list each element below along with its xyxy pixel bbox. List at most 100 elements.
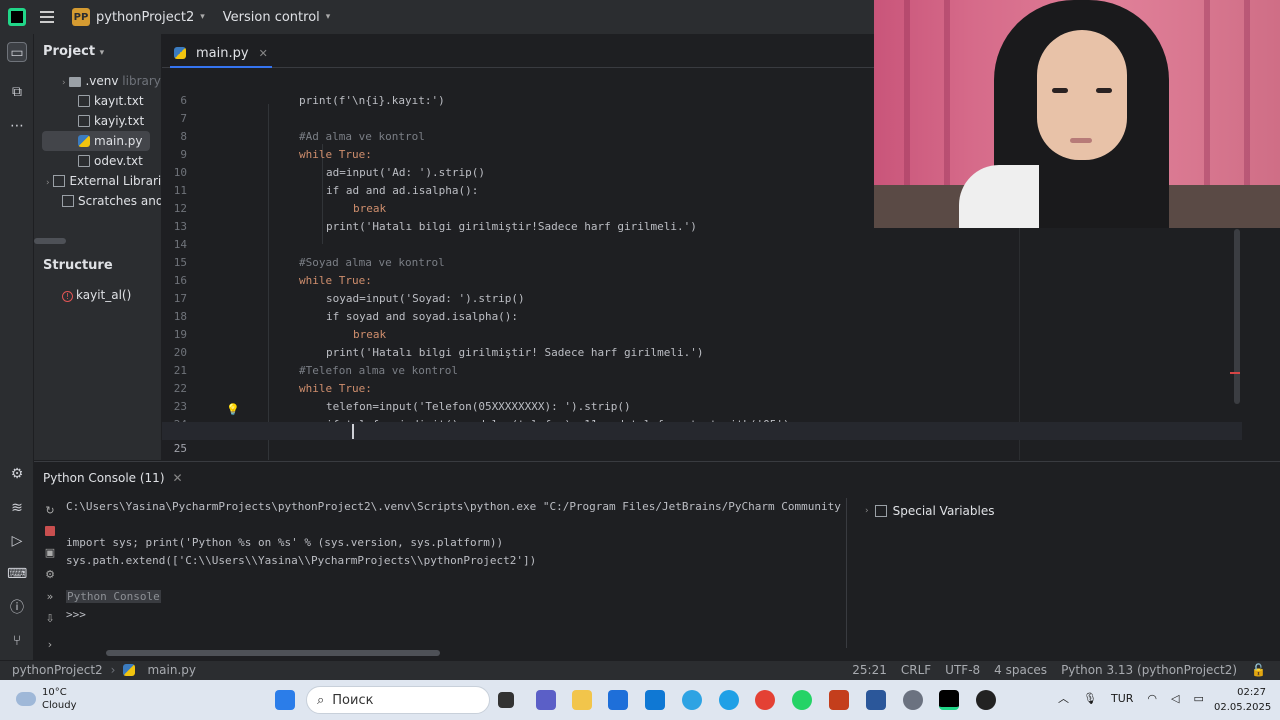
chevron-right-icon: › [865, 506, 869, 516]
taskbar-search[interactable]: ⌕ Поиск [306, 686, 490, 714]
console-toolbar: ↻ ▣ ⚙ » ⇩ › [34, 498, 66, 658]
clock-date: 02.05.2025 [1214, 702, 1272, 713]
indent-setting[interactable]: 4 spaces [994, 663, 1047, 677]
mail-icon[interactable] [645, 690, 665, 710]
line-separator[interactable]: CRLF [901, 663, 931, 677]
windows-start-icon[interactable] [275, 690, 295, 710]
special-variables-node[interactable]: › Special Variables [865, 504, 995, 518]
python-file-icon [78, 135, 90, 147]
stop-icon[interactable] [45, 526, 55, 536]
wifi-icon[interactable]: ◠ [1147, 692, 1157, 705]
main-menu-icon[interactable] [40, 11, 54, 23]
tab-label: main.py [196, 45, 249, 61]
word-icon[interactable] [866, 690, 886, 710]
file-encoding[interactable]: UTF-8 [945, 663, 980, 677]
tab-main-py[interactable]: main.py ✕ [170, 40, 272, 68]
console-line: import sys; print('Python %s on %s' % (s… [66, 536, 504, 549]
structure-item-kayit-al[interactable]: ! kayit_al() [62, 288, 131, 302]
network-icon[interactable] [682, 690, 702, 710]
clock-time: 02:27 [1237, 687, 1266, 698]
lock-icon[interactable]: 🔓 [1251, 663, 1266, 677]
python-file-icon [123, 664, 136, 676]
structure-panel-title: Structure [43, 258, 113, 273]
close-icon[interactable]: ✕ [259, 47, 268, 60]
taskbar-clock[interactable]: 02:27 02.05.2025 [1214, 685, 1272, 715]
rerun-icon[interactable]: ↻ [43, 504, 57, 518]
obs-icon[interactable] [976, 690, 996, 710]
structure-tool-icon[interactable]: ⧉ [7, 82, 27, 102]
more-tools-icon[interactable]: ⋯ [7, 116, 27, 136]
tree-item-kayiy-txt[interactable]: kayiy.txt [34, 111, 161, 131]
powerpoint-icon[interactable] [829, 690, 849, 710]
problems-icon[interactable]: ⓘ [7, 598, 27, 618]
code-line-24: 24if telefon.isdigit() and len(telefon)=… [162, 398, 1242, 431]
caret-position[interactable]: 25:21 [852, 663, 887, 677]
tree-item-external-libraries[interactable]: › External Librarie [34, 171, 161, 191]
weather-widget[interactable]: 10°C Cloudy [16, 686, 76, 712]
console-tab[interactable]: Python Console (11) [43, 471, 165, 485]
system-tray: ︿ 🎙 TUR ◠ ◁ ▭ [1058, 690, 1204, 706]
settings-gear-icon[interactable] [903, 690, 923, 710]
console-horizontal-scrollbar[interactable] [106, 650, 440, 656]
tree-item-venv[interactable]: › .venv library [34, 71, 161, 91]
console-line: sys.path.extend(['C:\\Users\\Yasina\\Pyc… [66, 554, 537, 567]
console-label: Python Console [66, 590, 161, 603]
editor-vertical-scrollbar[interactable] [1234, 229, 1240, 404]
run-icon[interactable]: ▷ [7, 531, 27, 551]
console-header: Python Console (11) ✕ [43, 471, 183, 485]
version-control-menu[interactable]: Version control ▾ [223, 10, 331, 25]
code-line-18: 18 if soyad and soyad.isalpha(): [173, 310, 519, 323]
project-panel-title[interactable]: Project ▾ [43, 44, 104, 59]
breadcrumb-file[interactable]: main.py [147, 663, 196, 677]
console-output[interactable]: C:\Users\Yasina\PycharmProjects\pythonPr… [66, 498, 846, 648]
whatsapp-icon[interactable] [792, 690, 812, 710]
breadcrumb-project[interactable]: pythonProject2 [12, 663, 103, 677]
status-bar: pythonProject2 › main.py 25:21 CRLF UTF-… [0, 660, 1280, 680]
terminal-icon[interactable]: ⌨ [7, 564, 27, 584]
git-icon[interactable]: ⑂ [7, 631, 27, 651]
language-indicator[interactable]: TUR [1111, 692, 1133, 705]
battery-icon[interactable]: ▭ [1193, 692, 1203, 705]
error-stripe-marker[interactable] [1230, 372, 1240, 374]
history-icon[interactable]: » [43, 590, 57, 604]
lightbulb-icon[interactable]: 💡 [226, 403, 240, 416]
code-line-20: 20 print('Hatalı bilgi girilmiştir! Sadec… [173, 346, 704, 359]
text-file-icon [78, 155, 90, 167]
console-prompt[interactable]: >>> [66, 606, 86, 624]
volume-icon[interactable]: ◁ [1171, 692, 1179, 705]
left-tool-strip: ▭ ⧉ ⋯ ⚙ ≋ ▷ ⌨ ⓘ ⑂ [0, 34, 34, 660]
settings-icon[interactable]: ⚙ [43, 568, 57, 582]
chevron-up-icon[interactable]: ︿ [1058, 690, 1069, 706]
chevron-right-icon[interactable]: › [43, 638, 57, 652]
project-tool-folder-icon[interactable]: ▭ [7, 42, 27, 62]
python-packages-icon[interactable]: ⚙ [7, 464, 27, 484]
interpreter-selector[interactable]: Python 3.13 (pythonProject2) [1061, 663, 1237, 677]
teams-icon[interactable] [536, 690, 556, 710]
error-icon: ! [62, 291, 73, 302]
tree-item-main-py[interactable]: main.py [42, 131, 150, 151]
show-variables-icon[interactable]: ▣ [43, 546, 57, 560]
file-explorer-icon[interactable] [572, 690, 592, 710]
layers-icon[interactable]: ≋ [7, 498, 27, 518]
tree-item-odev-txt[interactable]: odev.txt [34, 151, 161, 171]
tree-item-scratches[interactable]: Scratches and C [34, 191, 161, 211]
chrome-icon[interactable] [755, 690, 775, 710]
edge-icon[interactable] [719, 690, 739, 710]
code-line-16: 16 while True: [173, 274, 372, 287]
weather-condition: Cloudy [42, 700, 77, 711]
chevron-down-icon: ▾ [200, 12, 205, 22]
chevron-down-icon: ▾ [325, 12, 331, 22]
project-selector[interactable]: PP pythonProject2 ▾ [72, 8, 205, 26]
folder-icon [69, 77, 82, 87]
microphone-icon[interactable]: 🎙 [1083, 692, 1097, 705]
project-horizontal-scrollbar[interactable] [34, 238, 66, 244]
task-view-icon[interactable] [498, 692, 514, 708]
webcam-overlay [874, 0, 1280, 228]
pycharm-logo-icon[interactable] [8, 8, 26, 26]
store-icon[interactable] [608, 690, 628, 710]
scroll-to-end-icon[interactable]: ⇩ [43, 612, 57, 626]
close-icon[interactable]: ✕ [173, 471, 183, 485]
pycharm-taskbar-icon[interactable] [939, 690, 959, 710]
tree-item-kayit-txt[interactable]: kayıt.txt [34, 91, 161, 111]
console-line: C:\Users\Yasina\PycharmProjects\pythonPr… [66, 500, 841, 513]
